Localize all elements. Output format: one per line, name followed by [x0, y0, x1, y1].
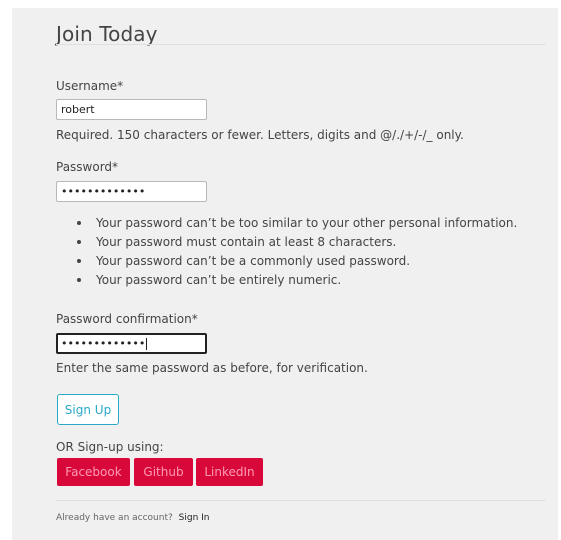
linkedin-button[interactable]: LinkedIn — [196, 458, 263, 486]
footer-text: Already have an account? — [56, 513, 173, 523]
password-rule: Your password can’t be a commonly used p… — [77, 252, 517, 271]
page-title: Join Today — [56, 22, 158, 46]
password-label: Password* — [56, 160, 119, 174]
password-rule: Your password can’t be too similar to yo… — [77, 214, 517, 233]
password-rules-list: Your password can’t be too similar to yo… — [56, 214, 517, 290]
github-button[interactable]: Github — [134, 458, 193, 486]
password-rule: Your password can’t be entirely numeric. — [77, 271, 517, 290]
password-confirmation-input[interactable]: ••••••••••••• — [56, 333, 207, 354]
username-input[interactable]: robert — [56, 99, 207, 120]
password-confirmation-help-text: Enter the same password as before, for v… — [56, 361, 368, 375]
password-rule: Your password must contain at least 8 ch… — [77, 233, 517, 252]
footer-divider — [56, 500, 546, 501]
footer: Already have an account? Sign In — [56, 513, 210, 523]
facebook-button[interactable]: Facebook — [57, 458, 130, 486]
title-divider — [56, 44, 546, 45]
password-confirmation-label: Password confirmation* — [56, 312, 198, 326]
bullet-icon — [77, 278, 81, 282]
sign-up-button[interactable]: Sign Up — [57, 394, 119, 425]
social-signup-label: OR Sign-up using: — [56, 440, 164, 454]
bullet-icon — [77, 221, 81, 225]
bullet-icon — [77, 240, 81, 244]
password-input[interactable]: ••••••••••••• — [56, 181, 207, 202]
username-help-text: Required. 150 characters or fewer. Lette… — [56, 128, 464, 142]
username-label: Username* — [56, 79, 124, 93]
sign-in-link[interactable]: Sign In — [179, 513, 210, 523]
bullet-icon — [77, 259, 81, 263]
